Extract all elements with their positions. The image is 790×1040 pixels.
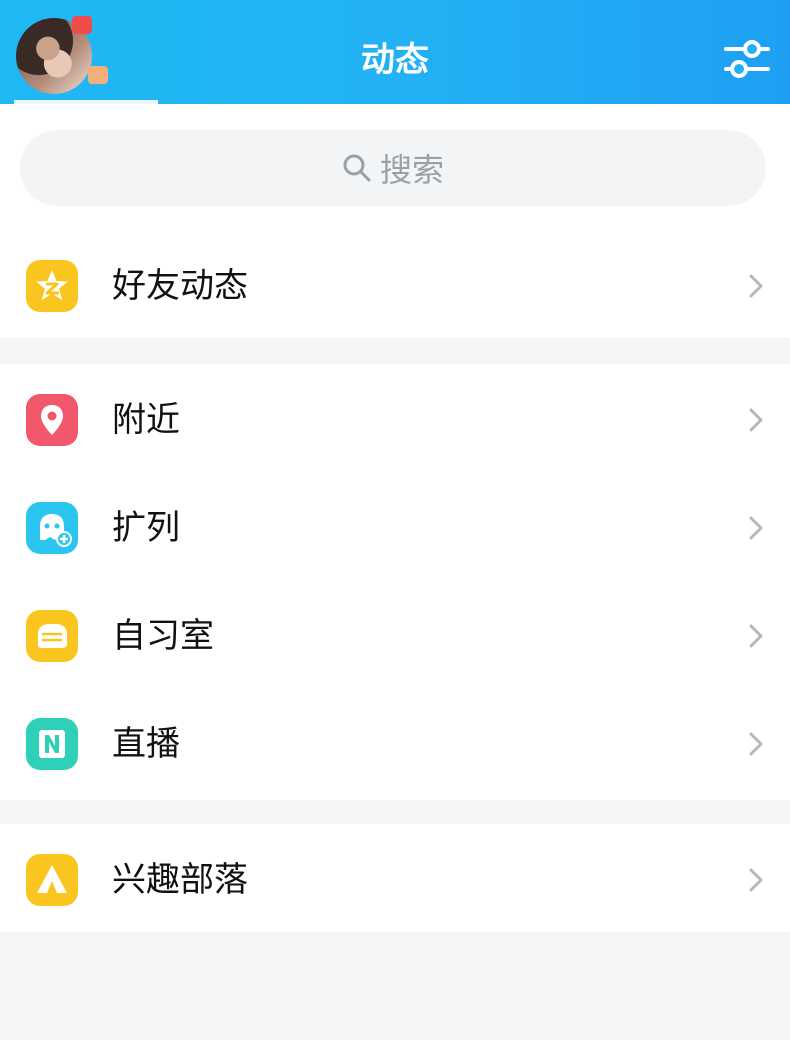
page-title: 动态: [361, 40, 429, 80]
chevron-right-icon: [749, 408, 763, 432]
menu-group-friends: 好友动态: [0, 234, 790, 338]
menu-item-label: 自习室: [112, 616, 214, 656]
qzone-star-icon: [26, 260, 78, 312]
chevron-right-icon: [749, 732, 763, 756]
menu-item-friends-feed[interactable]: 好友动态: [0, 232, 790, 340]
menu-group-interest: 兴趣部落: [0, 824, 790, 932]
menu-item-label: 直播: [112, 724, 180, 764]
chevron-right-icon: [749, 624, 763, 648]
live-icon: [26, 718, 78, 770]
menu-item-label: 附近: [112, 400, 180, 440]
search-icon: [343, 154, 371, 182]
menu-item-label: 兴趣部落: [112, 860, 248, 900]
menu-item-live[interactable]: 直播: [0, 690, 790, 798]
search-input[interactable]: 搜索: [20, 130, 766, 206]
top-bar: 动态: [0, 0, 790, 104]
menu-item-expand-friends[interactable]: 扩列: [0, 474, 790, 582]
study-room-icon: [26, 610, 78, 662]
search-placeholder: 搜索: [379, 151, 444, 189]
chevron-right-icon: [749, 274, 763, 298]
menu-item-nearby[interactable]: 附近: [0, 366, 790, 474]
menu-item-study-room[interactable]: 自习室: [0, 582, 790, 690]
add-friend-ghost-icon: [26, 502, 78, 554]
search-section: 搜索: [0, 104, 790, 234]
menu-item-label: 好友动态: [112, 266, 248, 306]
tent-icon: [26, 854, 78, 906]
menu-item-interest-tribe[interactable]: 兴趣部落: [0, 826, 790, 934]
notification-badge: [72, 16, 92, 34]
menu-item-label: 扩列: [112, 508, 180, 548]
menu-group-discover: 附近 扩列 自习室 直播: [0, 364, 790, 800]
sliders-icon[interactable]: [722, 36, 772, 82]
chevron-right-icon: [749, 868, 763, 892]
chevron-right-icon: [749, 516, 763, 540]
location-pin-icon: [26, 394, 78, 446]
